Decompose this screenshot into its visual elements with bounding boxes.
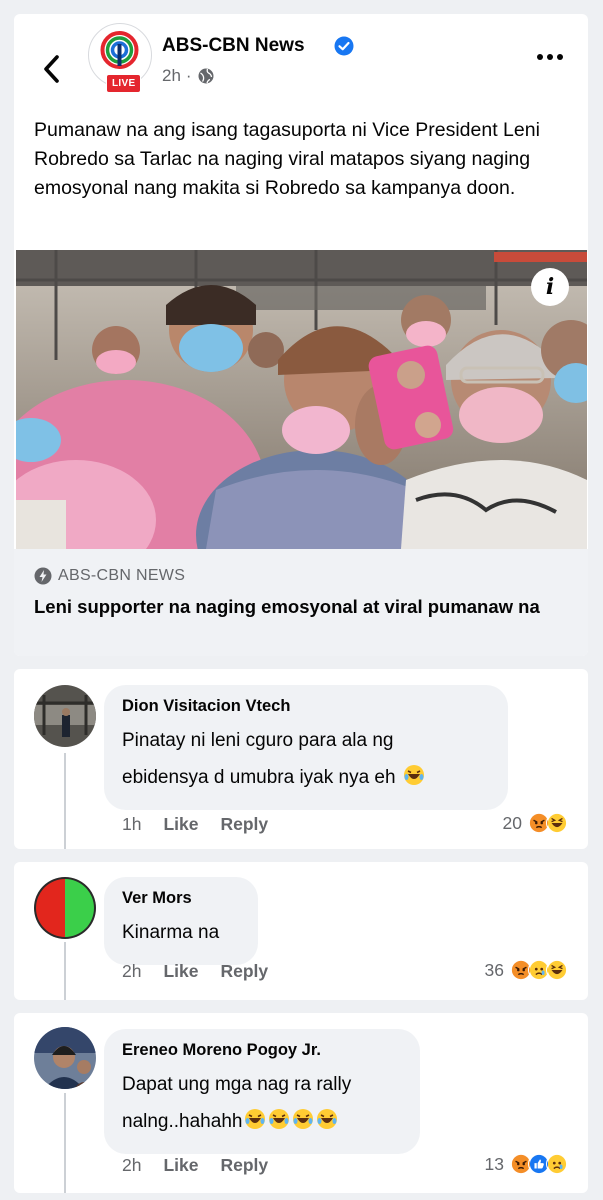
comment-text-line-2: nalng..hahahh <box>122 1103 402 1140</box>
crowd-photo-image <box>16 250 587 549</box>
commenter-avatar[interactable] <box>34 685 96 747</box>
comment-actions: 1h Like Reply <box>122 814 268 835</box>
comment-text: nalng..hahahh <box>122 1111 243 1132</box>
laughing-emoji-icon <box>269 1109 290 1129</box>
reaction-summary[interactable]: 36 <box>485 959 568 981</box>
comment-time[interactable]: 2h <box>122 1155 141 1176</box>
like-button[interactable]: Like <box>163 814 198 835</box>
commenter-name[interactable]: Ver Mors <box>122 889 240 908</box>
haha-reaction-icon <box>546 812 568 834</box>
globe-icon <box>198 68 214 84</box>
post-card: LIVE ABS-CBN News 2h · Pumanaw na ang is… <box>14 14 588 656</box>
reaction-summary[interactable]: 13 <box>485 1153 568 1175</box>
thread-line <box>64 942 66 1000</box>
laughing-emoji-icon <box>245 1109 266 1129</box>
comment-time[interactable]: 1h <box>122 814 141 835</box>
haha-reaction-icon <box>546 959 568 981</box>
verified-badge-icon <box>334 36 354 56</box>
post-meta: 2h · <box>162 66 215 86</box>
comment-time[interactable]: 2h <box>122 961 141 982</box>
more-options-icon[interactable] <box>536 50 564 64</box>
comment-text-line-2: ebidensya d umubra iyak nya eh <box>122 759 490 796</box>
info-icon[interactable]: i <box>531 268 569 306</box>
laughing-emoji-icon <box>293 1109 314 1129</box>
commenter-avatar[interactable] <box>34 1027 96 1089</box>
post-time[interactable]: 2h <box>162 66 181 86</box>
reaction-count: 13 <box>484 1153 504 1174</box>
chevron-left-icon[interactable] <box>40 52 64 86</box>
link-title: Leni supporter na naging emosyonal at vi… <box>34 596 540 617</box>
reply-button[interactable]: Reply <box>221 814 269 835</box>
commenter-name[interactable]: Ereneo Moreno Pogoy Jr. <box>122 1041 402 1060</box>
live-badge: LIVE <box>106 74 142 93</box>
thread-line <box>64 1093 66 1193</box>
reaction-count: 20 <box>502 812 522 833</box>
laughing-emoji-icon <box>403 765 424 785</box>
link-source: ABS-CBN NEWS <box>34 567 185 585</box>
link-preview[interactable]: ABS-CBN NEWS Leni supporter na naging em… <box>14 549 588 656</box>
comment-card: Ver Mors Kinarma na 2h Like Reply 36 <box>14 862 588 1000</box>
comment-actions: 2h Like Reply <box>122 1155 268 1176</box>
comment-text-line: Dapat ung mga nag ra rally <box>122 1074 352 1095</box>
post-text: Pumanaw na ang isang tagasuporta ni Vice… <box>34 119 540 199</box>
comment-actions: 2h Like Reply <box>122 961 268 982</box>
commenter-avatar[interactable] <box>34 877 96 939</box>
comment-card: Dion Visitacion Vtech Pinatay ni leni cg… <box>14 669 588 849</box>
commenter-name[interactable]: Dion Visitacion Vtech <box>122 697 490 716</box>
comment-bubble[interactable]: Ereneo Moreno Pogoy Jr. Dapat ung mga na… <box>104 1029 420 1154</box>
lightning-icon <box>34 567 52 585</box>
thread-line <box>64 753 66 849</box>
like-button[interactable]: Like <box>163 1155 198 1176</box>
comment-bubble[interactable]: Dion Visitacion Vtech Pinatay ni leni cg… <box>104 685 508 810</box>
reaction-summary[interactable]: 20 <box>503 812 568 834</box>
reaction-count: 36 <box>484 959 504 980</box>
comment-card: Ereneo Moreno Pogoy Jr. Dapat ung mga na… <box>14 1013 588 1193</box>
comment-text-line: Pinatay ni leni cguro para ala ng <box>122 730 394 751</box>
comment-text: Kinarma na <box>122 922 220 943</box>
laughing-emoji-icon <box>317 1109 338 1129</box>
reply-button[interactable]: Reply <box>221 1155 269 1176</box>
sad-reaction-icon <box>546 1153 568 1175</box>
reply-button[interactable]: Reply <box>221 961 269 982</box>
meta-dot: · <box>185 66 192 85</box>
post-photo[interactable]: i <box>16 250 587 549</box>
comment-bubble[interactable]: Ver Mors Kinarma na <box>104 877 258 965</box>
like-button[interactable]: Like <box>163 961 198 982</box>
comment-text: ebidensya d umubra iyak nya eh <box>122 767 396 788</box>
page-name[interactable]: ABS-CBN News <box>162 35 305 57</box>
link-source-label: ABS-CBN NEWS <box>58 567 186 584</box>
